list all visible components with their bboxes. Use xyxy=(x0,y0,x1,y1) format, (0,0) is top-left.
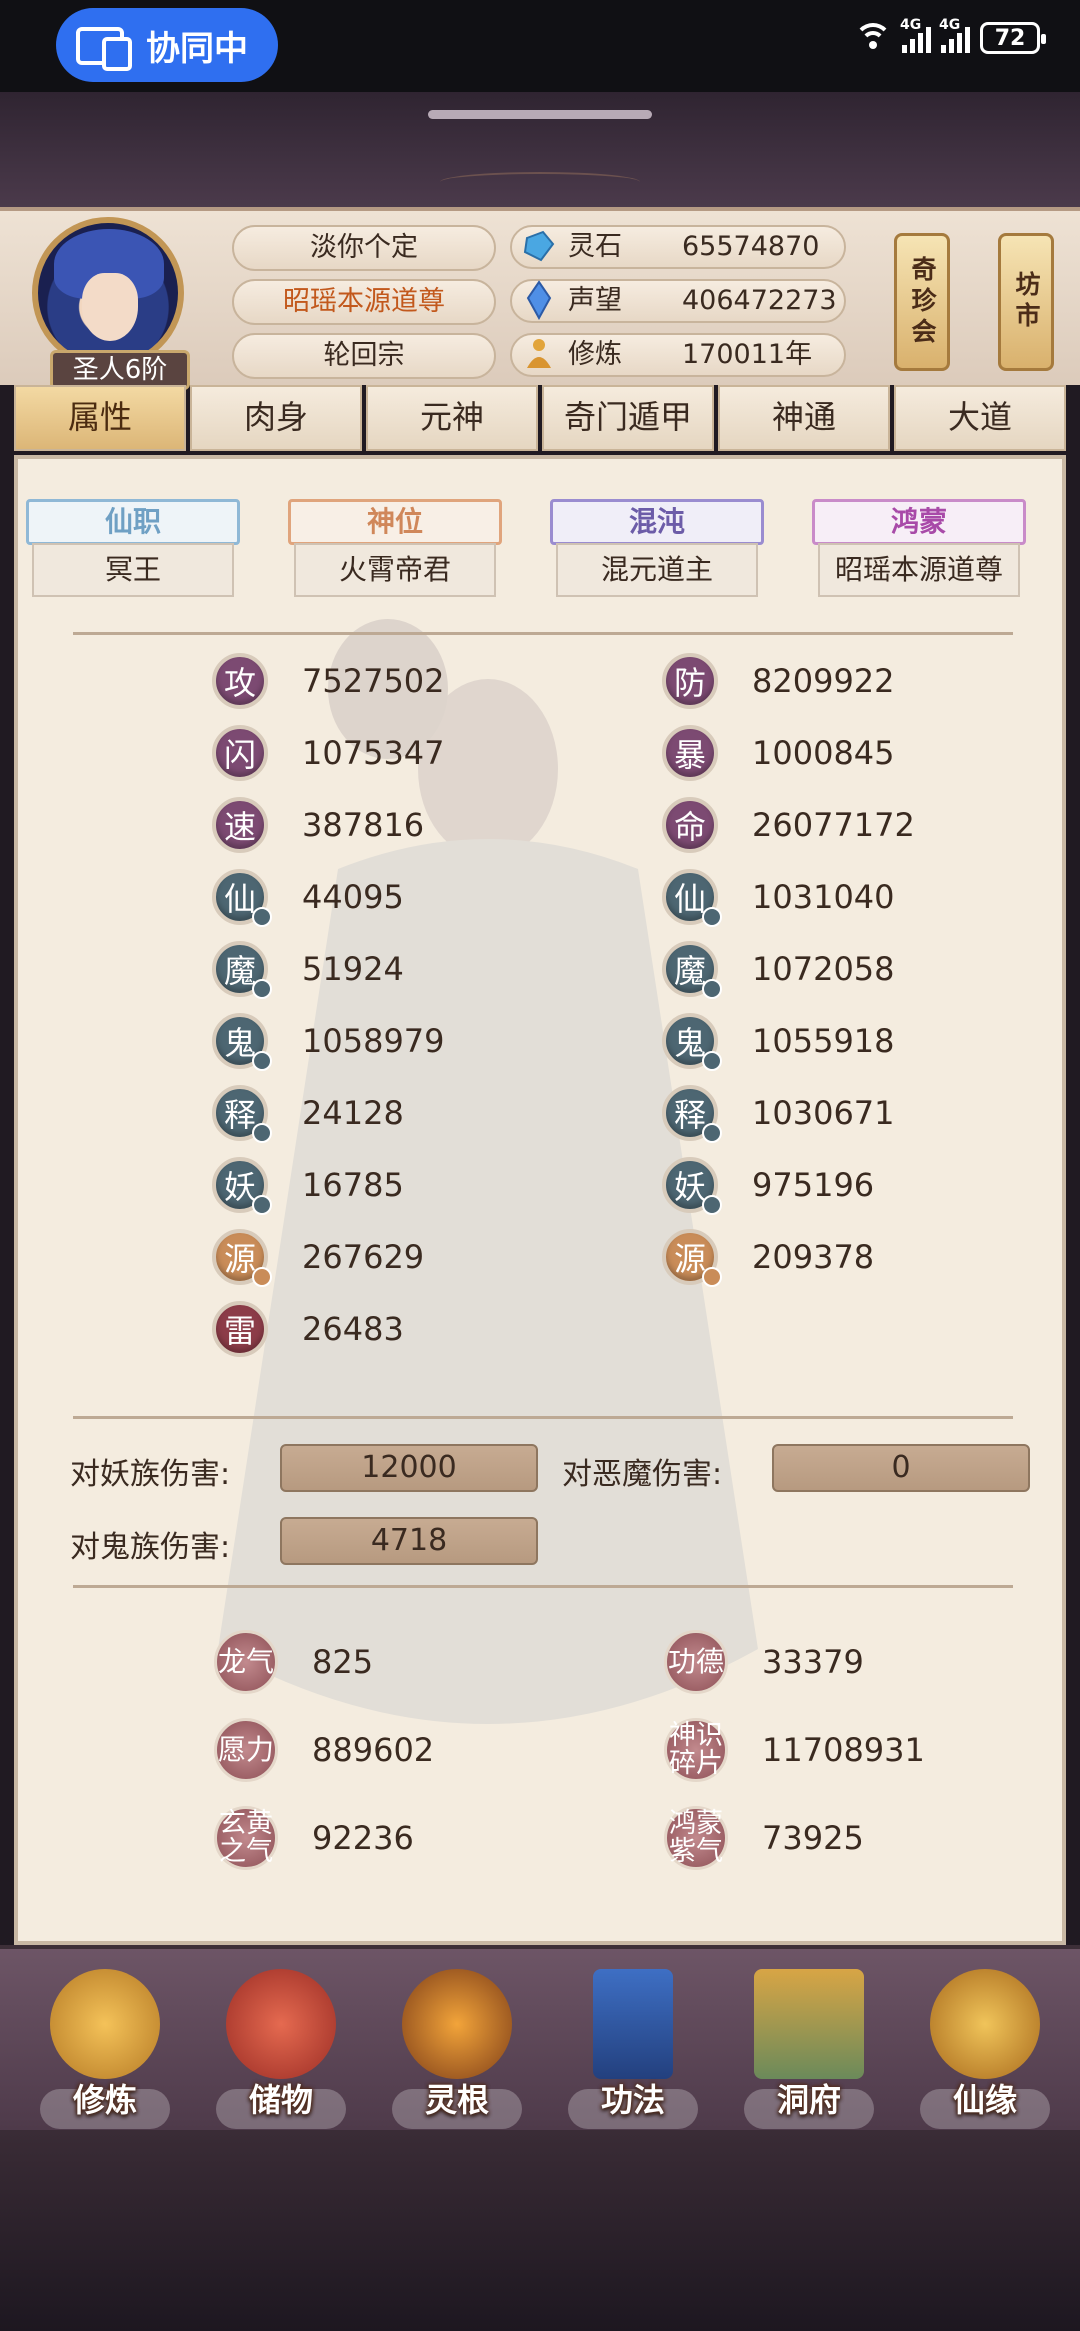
collab-label: 协同中 xyxy=(146,28,248,69)
bottom-nav: 修炼 储物 灵根 功法 洞府 仙缘 xyxy=(0,1945,1080,2130)
resource-spirit-stone: 灵石 65574870 xyxy=(510,225,846,269)
title-tab-hongmeng[interactable]: 鸿蒙 昭瑶本源道尊 xyxy=(804,499,1034,603)
resource-cultivation: 修炼 170011年 xyxy=(510,333,846,377)
drag-handle[interactable] xyxy=(428,110,652,119)
title-tab-chaos[interactable]: 混沌 混元道主 xyxy=(542,499,772,603)
nav-storage[interactable]: 储物 xyxy=(206,1969,356,2129)
stat-immortal-def: 仙 1031040 xyxy=(662,867,895,927)
divider-bottom xyxy=(73,1585,1013,1588)
dmg-vs-demon-label: 对恶魔伤害: xyxy=(562,1457,723,1492)
tab-dao[interactable]: 大道 xyxy=(894,385,1066,451)
extra-wish-power: 愿力 889602 xyxy=(214,1715,434,1785)
nav-cave-dwelling[interactable]: 洞府 xyxy=(734,1969,884,2129)
stat-dodge: 闪 1075347 xyxy=(212,723,445,783)
market-button[interactable]: 坊市 xyxy=(998,233,1054,371)
avatar[interactable] xyxy=(32,217,184,369)
stat-ghost-atk: 鬼 1058979 xyxy=(212,1011,445,1071)
player-title: 昭瑶本源道尊 xyxy=(232,279,496,325)
stat-defense: 防 8209922 xyxy=(662,651,895,711)
nav-technique[interactable]: 功法 xyxy=(558,1969,708,2129)
stat-speed: 速 387816 xyxy=(212,795,424,855)
stat-origin-def: 源 209378 xyxy=(662,1227,874,1287)
player-name: 淡你个定 xyxy=(232,225,496,271)
dmg-vs-ghost-value: 4718 xyxy=(280,1517,538,1565)
signal-icon-1: 4G xyxy=(900,17,931,53)
stat-demon-atk: 魔 51924 xyxy=(212,939,404,999)
bottom-band xyxy=(0,2130,1080,2331)
stat-life: 命 26077172 xyxy=(662,795,915,855)
spirit-root-icon xyxy=(402,1969,512,2079)
divider-middle xyxy=(73,1416,1013,1419)
rank-badge: 圣人6阶 xyxy=(50,350,190,390)
stat-thunder: 雷 26483 xyxy=(212,1299,404,1359)
title-tab-immortal-post[interactable]: 仙职 冥王 xyxy=(18,499,248,603)
divider-top xyxy=(73,632,1013,635)
multi-device-icon xyxy=(76,25,132,71)
tab-soul[interactable]: 元神 xyxy=(366,385,538,451)
stat-immortal-atk: 仙 44095 xyxy=(212,867,404,927)
stat-crit: 暴 1000845 xyxy=(662,723,895,783)
treasure-fair-button[interactable]: 奇珍会 xyxy=(894,233,950,371)
player-header: 圣人6阶 淡你个定 昭瑶本源道尊 轮回宗 灵石 65574870 声望 4064… xyxy=(0,207,1080,390)
technique-book-icon xyxy=(593,1969,673,2079)
tab-body[interactable]: 肉身 xyxy=(190,385,362,451)
cave-dwelling-icon xyxy=(754,1969,864,2079)
ornament xyxy=(440,172,640,192)
attribute-panel: 仙职 冥王 神位 火霄帝君 混沌 混元道主 鸿蒙 昭瑶本源道尊 攻 7527502… xyxy=(14,455,1066,1945)
nav-cultivation[interactable]: 修炼 xyxy=(30,1969,180,2129)
tab-powers[interactable]: 神通 xyxy=(718,385,890,451)
extra-merit: 功德 33379 xyxy=(664,1627,864,1697)
stat-demon-def: 魔 1072058 xyxy=(662,939,895,999)
resource-prestige: 声望 406472273 xyxy=(510,279,846,323)
extra-xuanhuang-qi: 玄黄 之气 92236 xyxy=(214,1803,414,1873)
prestige-crystal-icon xyxy=(516,277,562,323)
stat-yao-def: 妖 975196 xyxy=(662,1155,874,1215)
stat-attack: 攻 7527502 xyxy=(212,651,445,711)
extra-dragon-qi: 龙气 825 xyxy=(214,1627,373,1697)
battery-icon: 72 xyxy=(980,22,1046,54)
dmg-vs-demon-value: 0 xyxy=(772,1444,1030,1492)
tab-attributes[interactable]: 属性 xyxy=(14,385,186,451)
stat-ghost-def: 鬼 1055918 xyxy=(662,1011,895,1071)
extra-soul-fragments: 神识 碎片 11708931 xyxy=(664,1715,925,1785)
player-sect: 轮回宗 xyxy=(232,333,496,379)
storage-bag-icon xyxy=(226,1969,336,2079)
battery-level: 72 xyxy=(994,25,1026,51)
avatar-frame[interactable]: 圣人6阶 xyxy=(28,217,190,390)
dmg-vs-ghost-label: 对鬼族伤害: xyxy=(70,1530,231,1565)
nav-spirit-root[interactable]: 灵根 xyxy=(382,1969,532,2129)
nav-immortal-fate[interactable]: 仙缘 xyxy=(910,1969,1060,2129)
extra-hongmeng-qi: 鸿蒙 紫气 73925 xyxy=(664,1803,864,1873)
signal-icon-2: 4G xyxy=(939,17,970,53)
cultivation-monk-icon xyxy=(50,1969,160,2079)
stat-yao-atk: 妖 16785 xyxy=(212,1155,404,1215)
dmg-vs-yao-label: 对妖族伤害: xyxy=(70,1457,231,1492)
immortal-fate-gourd-icon xyxy=(930,1969,1040,2079)
dmg-vs-yao-value: 12000 xyxy=(280,1444,538,1492)
stat-buddha-atk: 释 24128 xyxy=(212,1083,404,1143)
stat-buddha-def: 释 1030671 xyxy=(662,1083,895,1143)
stat-origin-atk: 源 267629 xyxy=(212,1227,424,1287)
status-bar: 协同中 4G 4G 72 xyxy=(0,0,1080,92)
title-tab-divine-rank[interactable]: 神位 火霄帝君 xyxy=(280,499,510,603)
spirit-stone-icon xyxy=(516,223,562,269)
collab-indicator[interactable]: 协同中 xyxy=(56,8,278,82)
wifi-icon xyxy=(854,23,892,53)
title-tabs: 仙职 冥王 神位 火霄帝君 混沌 混元道主 鸿蒙 昭瑶本源道尊 xyxy=(18,499,1062,609)
tab-qimen[interactable]: 奇门遁甲 xyxy=(542,385,714,451)
meditation-icon xyxy=(516,331,562,377)
main-tabs: 属性 肉身 元神 奇门遁甲 神通 大道 xyxy=(14,385,1066,451)
system-icons: 4G 4G 72 xyxy=(854,17,1046,54)
